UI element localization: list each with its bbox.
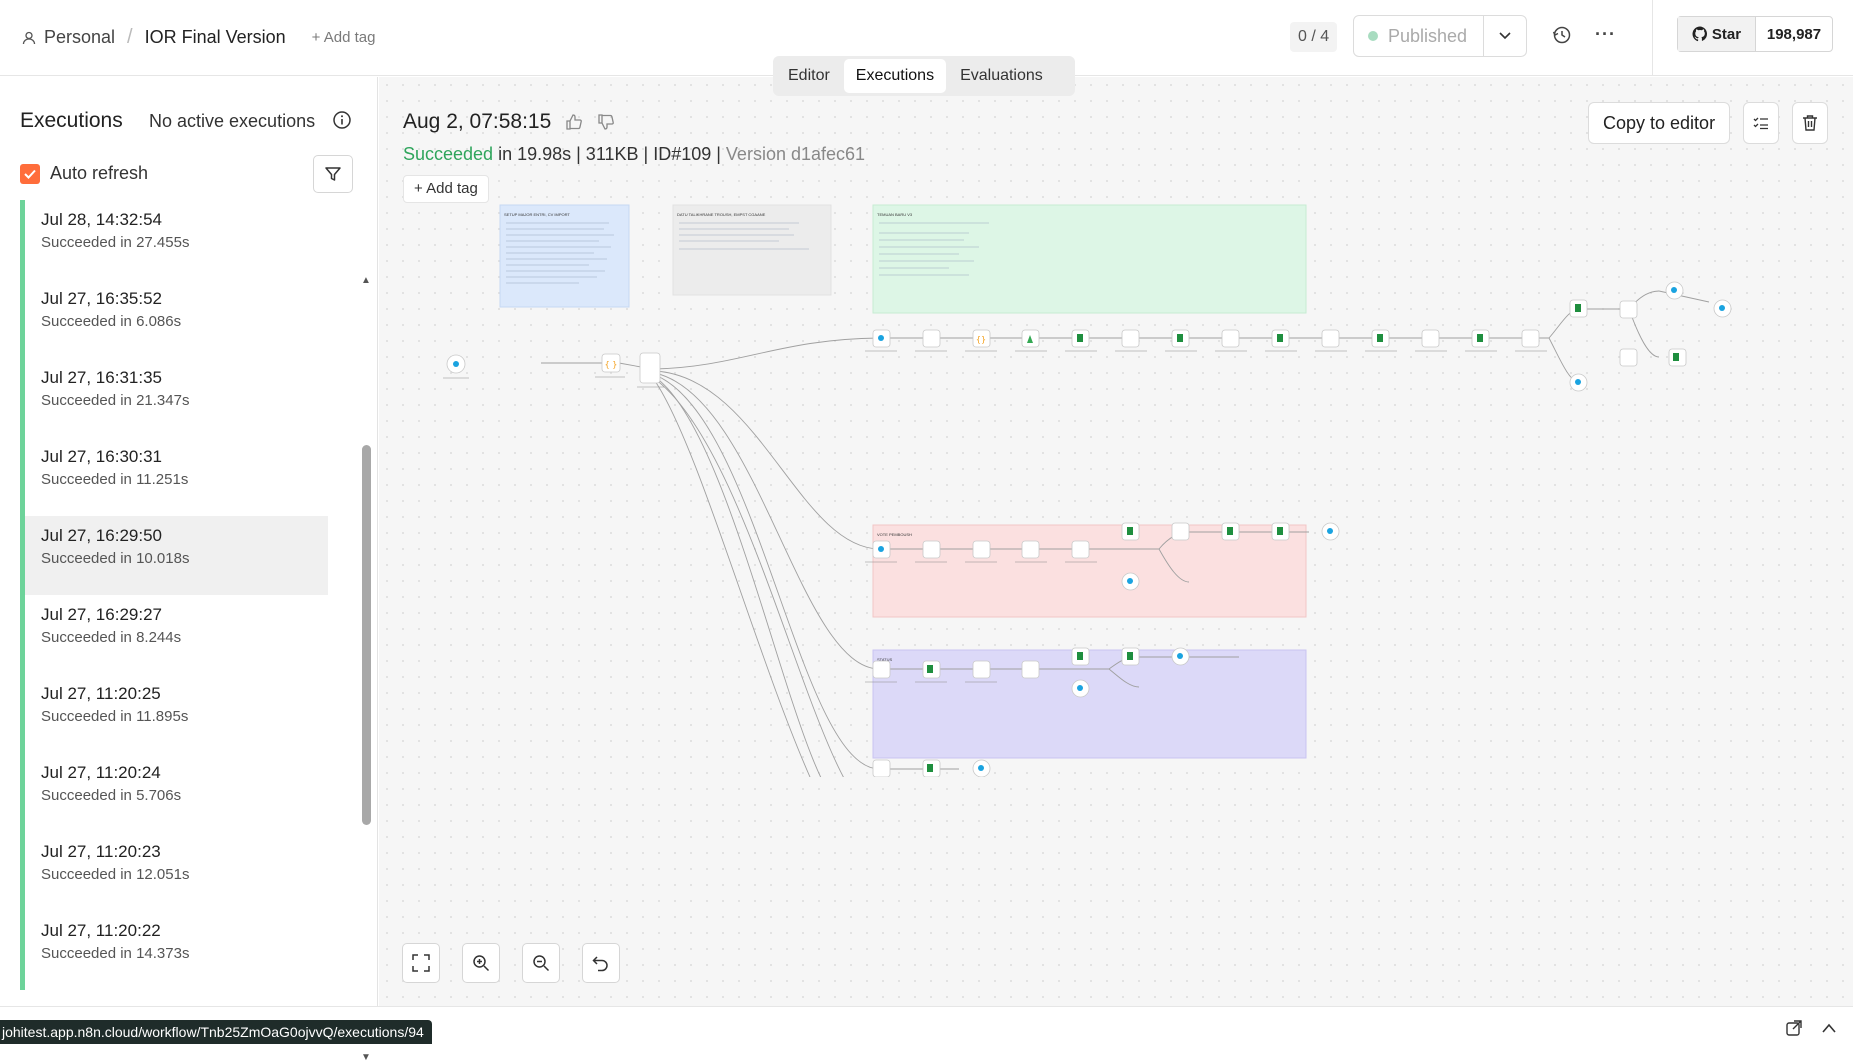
execution-date: Jul 27, 16:35:52 (41, 289, 162, 308)
published-status-dot (1368, 31, 1378, 41)
execution-list-item[interactable]: Jul 27, 11:20:23 Succeeded in 12.051s (20, 832, 328, 911)
check-icon (24, 169, 36, 179)
execution-status: Succeeded in 12.051s (41, 866, 190, 883)
execution-list-item[interactable]: Jul 27, 16:29:27 Succeeded in 8.244s (20, 595, 328, 674)
workflow-canvas[interactable]: Aug 2, 07:58:15 Succeeded in 19.98s | 31… (379, 77, 1853, 1006)
open-external-icon[interactable] (1786, 1020, 1802, 1036)
publish-control: Published (1353, 15, 1527, 57)
execution-list-item[interactable]: Jul 27, 16:30:31 Succeeded in 11.251s (20, 437, 328, 516)
tab-editor[interactable]: Editor (776, 59, 842, 93)
filter-icon (325, 167, 341, 181)
chevron-up-icon[interactable] (1822, 1022, 1836, 1034)
no-active-executions-label: No active executions (149, 111, 316, 131)
group-label: VOTE PEMBOUSH (877, 532, 912, 537)
sidebar-scrollbar[interactable] (362, 445, 371, 825)
execution-date: Jul 27, 16:31:35 (41, 368, 162, 387)
breadcrumb-project[interactable]: Personal (44, 27, 115, 48)
group-sticky-temuan[interactable] (872, 204, 1307, 314)
auto-refresh-label: Auto refresh (50, 163, 149, 183)
execution-status: Succeeded in 27.455s (41, 234, 190, 251)
tab-evaluations[interactable]: Evaluations (948, 59, 1055, 93)
group-label: TEMUAN BARU V3 (877, 212, 913, 217)
execution-status: Succeeded in 10.018s (41, 550, 190, 567)
zoom-out-icon (533, 955, 550, 972)
execution-status: Succeeded in 5.706s (41, 787, 182, 804)
publish-dropdown-button[interactable] (1484, 16, 1526, 56)
breadcrumb-separator: / (127, 26, 133, 48)
github-star-count: 198,987 (1766, 25, 1822, 43)
github-star-button[interactable]: Star (1678, 17, 1756, 51)
tab-executions[interactable]: Executions (843, 59, 947, 93)
execution-status: Succeeded in 14.373s (41, 945, 190, 962)
scroll-down-arrow[interactable]: ▼ (361, 1052, 371, 1063)
chevron-down-icon (1499, 32, 1511, 40)
execution-date: Jul 27, 11:20:22 (41, 921, 161, 940)
executions-list: Jul 28, 14:32:54 Succeeded in 27.455s Jul… (20, 200, 328, 998)
group-sticky-vote[interactable] (872, 524, 1307, 618)
group-sticky-setup[interactable] (499, 204, 630, 308)
history-icon[interactable] (1551, 24, 1573, 46)
zoom-out-button[interactable] (522, 943, 560, 983)
breadcrumb: Personal / IOR Final Version + Add tag (22, 26, 375, 49)
divider (1652, 0, 1653, 76)
fullscreen-icon (412, 954, 430, 972)
execution-list-item[interactable]: Jul 27, 16:35:52 Succeeded in 6.086s (20, 279, 328, 358)
group-label: DATU TALIKHRANE TROUSH, EMPST CGAANE (677, 212, 766, 217)
view-tabs: Editor Executions Evaluations (773, 56, 1075, 96)
reset-zoom-button[interactable] (582, 943, 620, 983)
execution-date: Jul 27, 16:29:50 (41, 526, 162, 545)
undo-icon (592, 956, 608, 972)
zoom-in-icon (473, 955, 490, 972)
info-icon[interactable] (332, 110, 352, 130)
workflow-counter: 0 / 4 (1290, 22, 1338, 52)
add-tag-link[interactable]: + Add tag (312, 29, 376, 46)
execution-list-item[interactable]: Jul 27, 11:20:25 Succeeded in 11.895s (20, 674, 328, 753)
execution-list-item[interactable]: Jul 27, 11:20:22 Succeeded in 14.373s (20, 911, 328, 990)
person-icon (22, 31, 36, 44)
executions-title: Executions (20, 109, 123, 132)
filter-button[interactable] (313, 155, 353, 193)
execution-date: Jul 27, 11:20:25 (41, 684, 161, 703)
github-icon (1692, 26, 1707, 42)
svg-text:{ }: { } (605, 360, 618, 369)
execution-status: Succeeded in 8.244s (41, 629, 182, 646)
auto-refresh-checkbox[interactable] (20, 163, 40, 184)
more-options-icon[interactable]: ··· (1595, 24, 1616, 45)
execution-list-item[interactable]: Jul 27, 16:31:35 Succeeded in 21.347s (20, 358, 328, 437)
fit-view-button[interactable] (402, 943, 440, 983)
github-star-widget[interactable]: Star 198,987 (1677, 16, 1833, 52)
execution-status: Succeeded in 6.086s (41, 313, 182, 330)
auto-refresh-toggle[interactable]: Auto refresh (20, 163, 148, 184)
link-preview-url: johitest.app.n8n.cloud/workflow/Tnb25ZmO… (0, 1020, 432, 1044)
executions-sidebar: Executions No active executions Auto ref… (0, 77, 378, 1063)
execution-date: Jul 27, 11:20:23 (41, 842, 161, 861)
github-star-label: Star (1711, 25, 1742, 43)
execution-status: Succeeded in 11.895s (41, 708, 189, 725)
execution-date: Jul 28, 14:32:54 (41, 210, 162, 229)
execution-list-item[interactable]: Jul 27, 11:20:24 Succeeded in 5.706s (20, 753, 328, 832)
zoom-in-button[interactable] (462, 943, 500, 983)
svg-text:{}: {} (976, 335, 986, 344)
published-label: Published (1388, 25, 1468, 46)
published-button[interactable]: Published (1354, 16, 1484, 56)
execution-list-item-selected[interactable]: Jul 27, 16:29:50 Succeeded in 10.018s (20, 516, 328, 595)
group-label: SETUP MAJOR ENTRI, CV IMPORT (504, 212, 570, 217)
execution-status: Succeeded in 21.347s (41, 392, 190, 409)
workflow-name[interactable]: IOR Final Version (145, 27, 286, 48)
execution-date: Jul 27, 16:30:31 (41, 447, 162, 466)
scroll-up-arrow[interactable]: ▲ (361, 275, 371, 286)
execution-status: Succeeded in 11.251s (41, 471, 189, 488)
workflow-diagram[interactable]: SETUP MAJOR ENTRI, CV IMPORT DATU TALIKH… (379, 77, 1853, 777)
execution-list-item[interactable]: Jul 28, 14:32:54 Succeeded in 27.455s (20, 200, 328, 279)
group-sticky-datu[interactable] (672, 204, 832, 296)
execution-date: Jul 27, 16:29:27 (41, 605, 162, 624)
execution-date: Jul 27, 11:20:24 (41, 763, 161, 782)
